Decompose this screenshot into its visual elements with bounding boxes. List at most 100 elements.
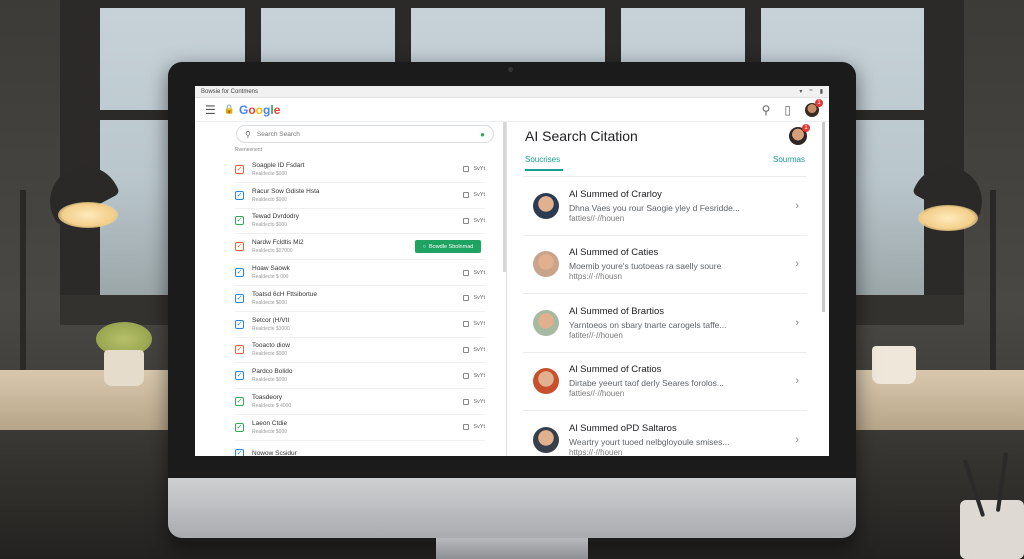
- checkbox-icon[interactable]: [463, 269, 470, 276]
- row-action[interactable]: SvYt: [463, 346, 485, 353]
- citation-card[interactable]: Al Summed oPD Saltaros Weartry yourt tuoe…: [523, 410, 807, 456]
- checkbox-icon[interactable]: ✓: [235, 190, 244, 200]
- row-action[interactable]: SvYt: [463, 166, 485, 173]
- list-item[interactable]: ✓ Tewad Dvrdodry Realdecto $000 SvYt: [235, 209, 485, 235]
- list-item[interactable]: ✓ Nowow Scsidur: [235, 441, 485, 456]
- checkbox-icon[interactable]: [463, 295, 470, 302]
- citation-title: Al Summed of Crarloy: [569, 188, 662, 200]
- checkbox-icon[interactable]: ✓: [235, 345, 244, 355]
- checkbox-icon[interactable]: ✓: [235, 448, 244, 456]
- monitor-stand: [436, 538, 588, 559]
- citation-card[interactable]: Al Summed of Crarloy Dhna Vaes you rour S…: [523, 176, 807, 235]
- list-item-subtitle: Realdecte $ 4000: [252, 403, 292, 410]
- page-title: AI Search Citation: [525, 128, 638, 144]
- checkbox-icon[interactable]: ✓: [235, 293, 244, 303]
- citation-title: Al Summed of Caties: [569, 247, 659, 259]
- chevron-right-icon[interactable]: ›: [795, 317, 799, 329]
- citation-url[interactable]: https://·//housn: [569, 272, 779, 281]
- checkbox-icon[interactable]: [463, 346, 470, 353]
- google-logo[interactable]: Google: [239, 103, 280, 117]
- account-avatar[interactable]: 1: [805, 98, 823, 117]
- checkbox-icon[interactable]: ✓: [235, 242, 244, 252]
- citation-url[interactable]: https://·//houen: [569, 448, 779, 456]
- citation-card[interactable]: Al Summed of Brartios Yarntoeos on sbary …: [523, 293, 807, 352]
- row-action[interactable]: SvYt: [463, 217, 485, 224]
- list-item[interactable]: ✓ Toatsd 6cH Fttsibortue Realdecte $000 SvY…: [235, 286, 485, 312]
- row-action[interactable]: SvYt: [463, 192, 485, 199]
- menu-icon[interactable]: ☰: [205, 103, 216, 117]
- citation-url[interactable]: fatiter//·//houen: [569, 331, 779, 340]
- mic-icon[interactable]: ●: [480, 130, 485, 139]
- list-item[interactable]: ✓ Nardw Fcldtis Mi2 Realdecto $07000 ○ Bowdl…: [235, 234, 485, 261]
- chevron-right-icon[interactable]: ›: [795, 434, 799, 446]
- search-input[interactable]: [256, 130, 457, 138]
- checkbox-icon[interactable]: [463, 217, 470, 224]
- window-frame: [924, 0, 964, 300]
- primary-action-button[interactable]: ○ Bowdle Sbolnmad: [415, 240, 481, 254]
- checkbox-icon[interactable]: ✓: [235, 397, 244, 407]
- citation-snippet: Moemib youre's tuotoeas ra saelly soure: [569, 261, 722, 272]
- checkbox-icon[interactable]: [463, 321, 470, 328]
- share-icon[interactable]: ▾: [799, 88, 802, 95]
- search-bar[interactable]: ⚲ ●: [236, 125, 494, 143]
- citation-text: Al Summed of Caties Moemib youre's tuotoe…: [569, 247, 779, 281]
- lamp-right-glow: [918, 205, 978, 231]
- app-header-actions: ⚲ ▯ 1: [762, 98, 823, 117]
- row-action[interactable]: SvYt: [463, 424, 485, 431]
- bookmark-icon[interactable]: ▯: [784, 103, 791, 117]
- checkbox-icon[interactable]: ✓: [235, 371, 244, 381]
- row-action-label: SvYt: [473, 346, 485, 353]
- checkbox-icon[interactable]: ✓: [235, 422, 244, 432]
- citation-url[interactable]: fatties//·//houen: [569, 389, 779, 398]
- list-item-title: Toatsd 6cH Fttsibortue: [252, 290, 318, 298]
- list-item[interactable]: ✓ Soagple ID Fsdart Realdecte $000 SvYt: [235, 157, 485, 183]
- checkbox-icon[interactable]: [463, 372, 470, 379]
- checkbox-icon[interactable]: [463, 192, 470, 199]
- list-item-text: Soagple ID Fsdart Realdecte $000: [252, 162, 304, 177]
- checkbox-icon[interactable]: ✓: [235, 319, 244, 329]
- list-item[interactable]: ✓ Setcor (H/VtI Realdecte $3000 SvYt: [235, 312, 485, 338]
- checkbox-icon[interactable]: ✓: [235, 216, 244, 226]
- row-action[interactable]: SvYt: [463, 295, 485, 302]
- row-action[interactable]: SvYt: [463, 269, 485, 276]
- battery-icon[interactable]: ▮: [820, 88, 823, 95]
- list-item-title: Laeon Ctdie: [252, 419, 288, 427]
- list-item[interactable]: ✓ Laeon Ctdie Realdecte $000 SvYt: [235, 415, 485, 441]
- list-item[interactable]: ✓ Racur Sow Gdiste Hsta Realdecto $000 SvYt: [235, 183, 485, 209]
- list-item-title: Setcor (H/VtI: [252, 316, 290, 324]
- list-item[interactable]: ✓ Pardco Bolido Realdecte $000 SvYt: [235, 363, 485, 390]
- notification-badge: 1: [802, 124, 810, 132]
- citation-text: Al Summed of Brartios Yarntoeos on sbary …: [569, 306, 779, 340]
- screen: Bowsie for Contmens ▾ ≈ ▮ ☰ 🔒 Google ⚲ ▯…: [195, 86, 829, 456]
- citation-snippet: Weartry yourt tuoed nelbgloyoule smises.…: [569, 436, 730, 447]
- checkbox-icon[interactable]: ✓: [235, 268, 244, 278]
- checkbox-icon[interactable]: [463, 424, 470, 431]
- row-action[interactable]: SvYt: [463, 372, 485, 379]
- citation-card[interactable]: Al Summed of Caties Moemib youre's tuotoe…: [523, 234, 807, 294]
- tab-sources-right[interactable]: Sourmas: [773, 155, 805, 164]
- scrollbar[interactable]: [822, 122, 825, 312]
- list-item[interactable]: ✓ Hoaw Saowk Realdecte $ 000 SvYt: [235, 260, 485, 286]
- search-icon[interactable]: ⚲: [762, 103, 771, 117]
- list-item-text: Toatsd 6cH Fttsibortue Realdecte $000: [252, 291, 317, 306]
- chevron-right-icon[interactable]: ›: [795, 375, 799, 387]
- tabs: Soucrises Sourmas: [525, 155, 805, 171]
- chevron-right-icon[interactable]: ›: [795, 258, 799, 270]
- citation-card[interactable]: Al Summed of Cratios Dirtabe yeeurt taof …: [523, 351, 807, 411]
- scrollbar[interactable]: [503, 122, 506, 272]
- list-item[interactable]: ✓ Toasdeory Realdecte $ 4000 SvYt: [235, 389, 485, 415]
- checkbox-icon[interactable]: [463, 398, 470, 405]
- chevron-right-icon[interactable]: ›: [795, 200, 799, 212]
- tab-sources[interactable]: Soucrises: [525, 155, 560, 164]
- profile-avatar[interactable]: 1: [789, 124, 810, 145]
- checkbox-icon[interactable]: ✓: [235, 164, 244, 174]
- row-action[interactable]: SvYt: [463, 398, 485, 405]
- citation-url[interactable]: fatties//·//houen: [569, 214, 779, 223]
- list-item[interactable]: ✓ Tooacto diow Realdecte $000 SvYt: [235, 338, 485, 364]
- row-action[interactable]: SvYt: [463, 321, 485, 328]
- list-item-title: Tewad Dvrdodry: [252, 213, 299, 221]
- wifi-icon[interactable]: ≈: [809, 88, 812, 95]
- list-item-subtitle: Realdecte $000: [252, 377, 288, 384]
- window-frame: [60, 0, 964, 8]
- checkbox-icon[interactable]: [463, 166, 470, 173]
